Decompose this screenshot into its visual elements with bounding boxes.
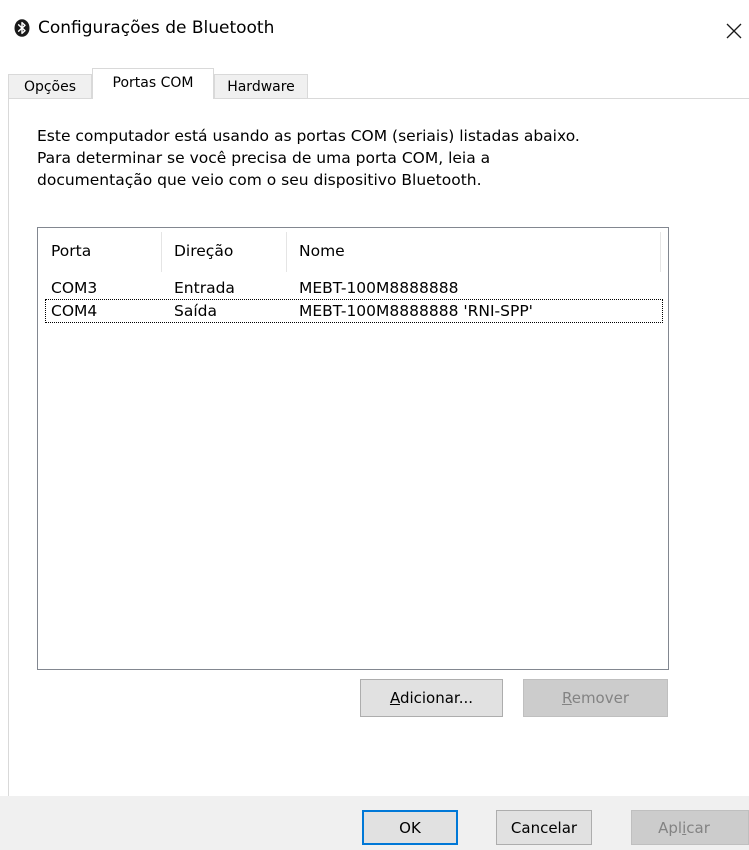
tab-label: Opções — [23, 79, 77, 95]
tab-portas-com[interactable]: Portas COM — [92, 68, 214, 99]
remove-button-label: Remover — [561, 689, 630, 707]
description-line: Este computador está usando as portas CO… — [37, 127, 580, 145]
column-separator[interactable] — [286, 232, 287, 272]
list-header: Porta Direção Nome — [38, 228, 668, 272]
tab-label: Portas COM — [112, 75, 194, 91]
column-separator[interactable] — [660, 232, 661, 272]
apply-button-label: Aplicar — [658, 819, 710, 837]
close-button[interactable] — [719, 10, 749, 46]
remove-button[interactable]: Remover — [523, 679, 668, 717]
direction-cell: Entrada — [174, 279, 235, 297]
bluetooth-icon — [14, 19, 30, 37]
description-line: Para determinar se você precisa de uma p… — [37, 149, 491, 167]
window-title: Configurações de Bluetooth — [38, 18, 275, 38]
column-separator[interactable] — [161, 232, 162, 272]
ok-button-label: OK — [399, 819, 421, 837]
column-header-porta[interactable]: Porta — [51, 241, 91, 261]
tab-opcoes[interactable]: Opções — [8, 74, 92, 99]
description-line: documentação que veio com o seu disposit… — [37, 171, 482, 189]
port-cell: COM4 — [51, 302, 98, 320]
tab-hardware[interactable]: Hardware — [214, 74, 308, 99]
cancel-button[interactable]: Cancelar — [496, 810, 592, 845]
column-header-direcao[interactable]: Direção — [174, 241, 233, 261]
tab-label: Hardware — [227, 79, 295, 95]
table-row[interactable]: COM3 Entrada MEBT-100M8888888 — [45, 276, 663, 300]
com-ports-list[interactable]: Porta Direção Nome COM3 Entrada MEBT-100… — [37, 227, 669, 670]
direction-cell: Saída — [174, 302, 217, 320]
description-text: Este computador está usando as portas CO… — [37, 125, 697, 191]
name-cell: MEBT-100M8888888 'RNI-SPP' — [299, 302, 533, 320]
add-button-label: Adicionar... — [389, 689, 474, 707]
column-header-nome[interactable]: Nome — [299, 241, 345, 261]
cancel-button-label: Cancelar — [510, 819, 578, 837]
table-row[interactable]: COM4 Saída MEBT-100M8888888 'RNI-SPP' — [45, 299, 663, 323]
apply-button[interactable]: Aplicar — [631, 810, 749, 845]
name-cell: MEBT-100M8888888 — [299, 279, 459, 297]
bluetooth-settings-window: Configurações de Bluetooth Opções Portas… — [0, 0, 749, 850]
close-icon — [726, 23, 742, 39]
dialog-button-bar: OK Cancelar Aplicar — [0, 796, 749, 850]
title-bar: Configurações de Bluetooth — [0, 0, 749, 52]
port-cell: COM3 — [51, 279, 98, 297]
add-button[interactable]: Adicionar... — [360, 679, 503, 717]
ok-button[interactable]: OK — [362, 810, 458, 845]
